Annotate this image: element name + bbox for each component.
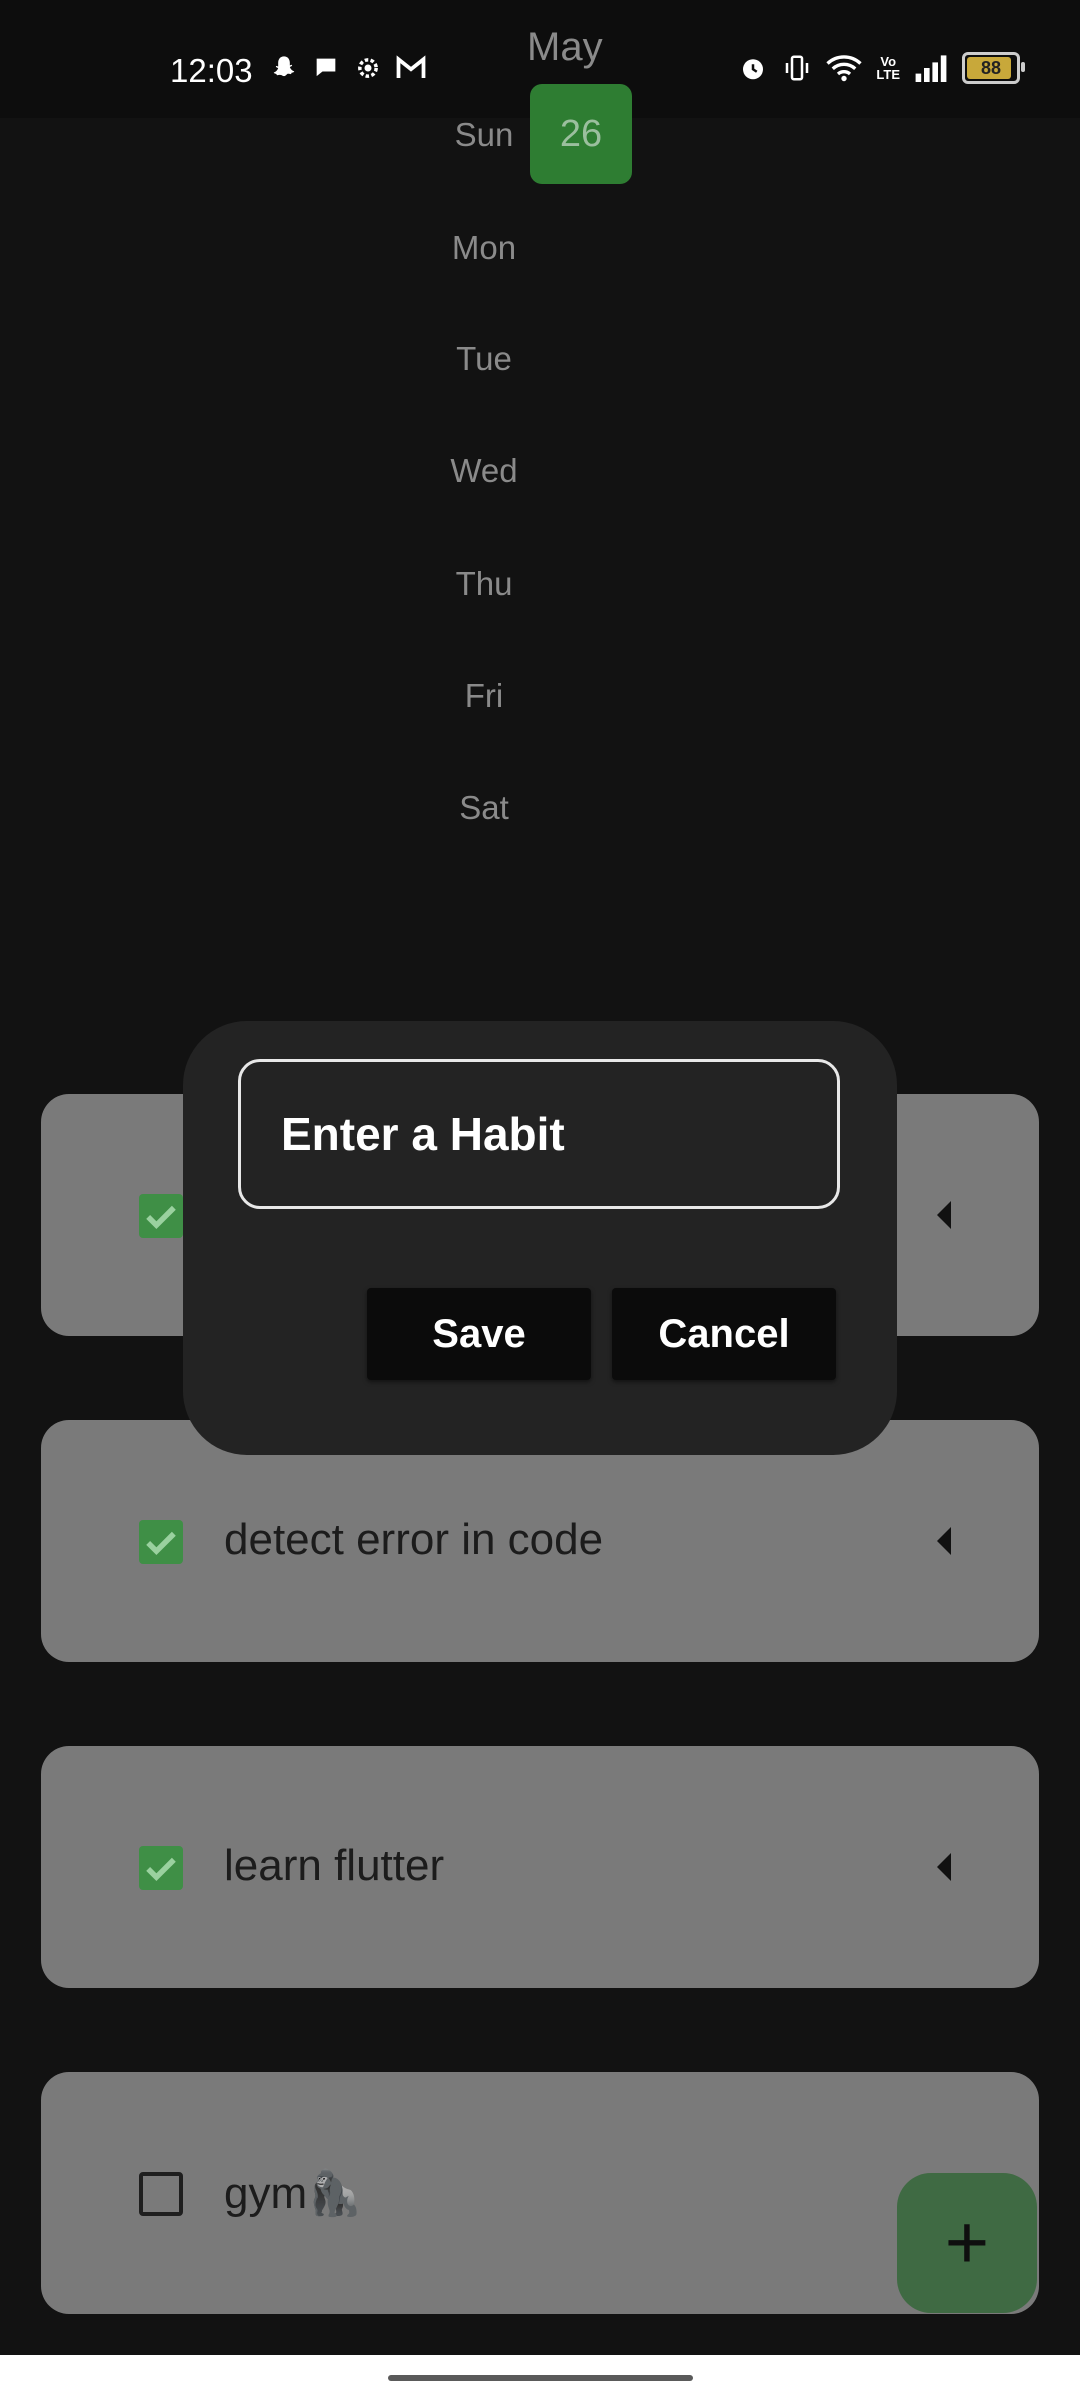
habit-checkbox[interactable] [139,2172,183,2216]
battery-level: 88 [980,57,1002,78]
cancel-button[interactable]: Cancel [612,1288,836,1380]
expand-arrow-icon[interactable] [937,1527,951,1555]
add-habit-dialog: Save Cancel [183,1021,897,1455]
expand-arrow-icon[interactable] [937,1853,951,1881]
day-label-sat: Sat [459,789,509,826]
habit-label: learn flutter [224,1841,445,1890]
battery-icon: 88 [962,52,1025,84]
habit-label: gym🦍 [224,2169,362,2218]
wifi-icon [826,53,863,83]
gmail-icon [396,55,426,81]
habit-card[interactable]: learn flutter [41,1746,1039,1988]
settings-icon [354,54,382,82]
day-label-tue: Tue [456,340,512,377]
home-gesture-handle[interactable] [388,2375,693,2381]
habit-label: detect error in code [224,1515,604,1564]
habit-checkbox[interactable] [139,1520,183,1564]
habit-card[interactable]: gym🦍 [41,2072,1039,2314]
habit-input[interactable] [238,1059,840,1209]
system-icons: Vo LTE 88 [738,52,1025,84]
day-label-mon: Mon [451,229,517,266]
add-habit-button[interactable]: + [897,2173,1037,2313]
signal-icon [914,54,948,82]
day-label-sun: Sun [454,116,514,153]
alarm-icon [738,53,768,83]
save-button[interactable]: Save [367,1288,591,1380]
snapchat-icon [270,54,298,82]
habit-card[interactable]: detect error in code [41,1420,1039,1662]
plus-icon: + [944,2200,990,2285]
expand-arrow-icon[interactable] [937,1201,951,1229]
day-label-thu: Thu [455,565,513,602]
notification-icons [270,54,426,82]
chat-icon [312,54,340,82]
habit-checkbox[interactable] [139,1194,183,1238]
status-time: 12:03 [170,52,253,89]
day-label-wed: Wed [450,452,518,489]
navigation-bar [0,2355,1080,2400]
vibrate-icon [782,53,812,83]
month-label: May [527,25,603,69]
day-label-fri: Fri [464,677,504,714]
habit-checkbox[interactable] [139,1846,183,1890]
volte-icon: Vo LTE [876,54,900,82]
